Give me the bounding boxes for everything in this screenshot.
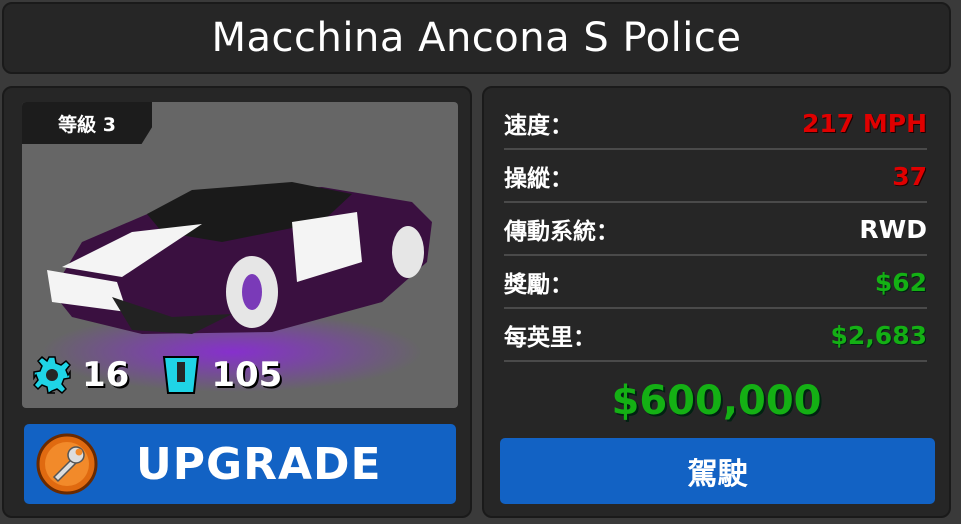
car-preview: 等級 3 16 105 (22, 102, 458, 408)
stat-row-speed: 速度： 217 MPH (504, 98, 927, 150)
stat-value: 217 MPH (801, 108, 927, 138)
upgrade-label: UPGRADE (136, 438, 382, 490)
stat-label: 速度： (504, 113, 573, 139)
drive-label: 駕駛 (687, 457, 748, 492)
stat-value: 37 (892, 161, 927, 191)
bucket-count: 105 (211, 355, 283, 395)
car-preview-panel: 等級 3 16 105 UPGRADE (2, 86, 472, 518)
stat-row-handling: 操縱： 37 (504, 151, 927, 203)
stat-row-per-mile: 每英里： $2,683 (504, 310, 927, 362)
bucket-icon (163, 356, 200, 394)
car-title: Macchina Ancona S Police (211, 15, 742, 61)
resource-counts: 16 105 (32, 354, 282, 396)
car-price: $600,000 (611, 378, 822, 424)
upgrade-button[interactable]: UPGRADE (24, 424, 456, 504)
stat-label: 獎勵： (504, 272, 573, 298)
stat-value: RWD (859, 214, 927, 244)
stat-value: $62 (874, 267, 927, 297)
drive-button[interactable]: 駕駛 (500, 438, 935, 504)
title-bar: Macchina Ancona S Police (2, 2, 951, 74)
wrench-icon (36, 433, 98, 495)
gear-icon (32, 355, 72, 395)
stat-value: $2,683 (830, 320, 927, 350)
stat-row-reward: 獎勵： $62 (504, 257, 927, 309)
gear-count: 16 (82, 355, 130, 395)
stat-label: 每英里： (504, 325, 596, 351)
stat-label: 操縱： (504, 166, 573, 192)
stat-label: 傳動系統： (504, 219, 619, 245)
level-badge: 等級 3 (22, 102, 152, 144)
car-stats-panel: 速度： 217 MPH 操縱： 37 傳動系統： RWD 獎勵： $62 每英里… (482, 86, 951, 518)
stat-row-drivetrain: 傳動系統： RWD (504, 204, 927, 256)
